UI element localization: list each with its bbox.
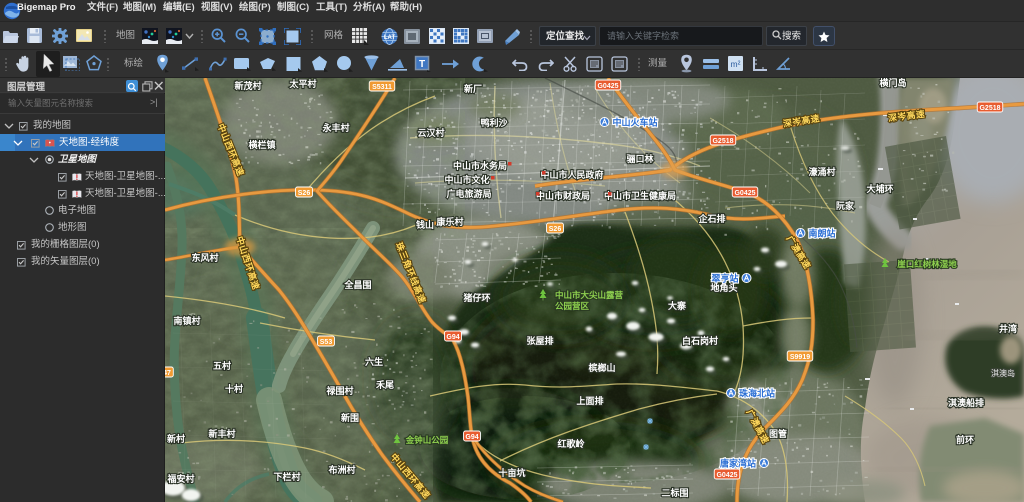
svg-text:S5311: S5311: [372, 84, 392, 91]
svg-text:白石岗村: 白石岗村: [682, 335, 718, 346]
svg-text:张屋排: 张屋排: [526, 335, 553, 346]
svg-text:云汉村: 云汉村: [417, 127, 444, 138]
svg-text:T: T: [419, 59, 425, 70]
svg-text:骊口林: 骊口林: [626, 153, 654, 164]
svg-text:m²: m²: [731, 59, 741, 69]
svg-text:地角头: 地角头: [710, 282, 737, 293]
svg-text:企石排: 企石排: [697, 213, 725, 224]
svg-text:上面排: 上面排: [576, 395, 603, 406]
svg-text:十村: 十村: [225, 383, 243, 394]
svg-text:全昌围: 全昌围: [343, 279, 371, 290]
svg-text:永丰村: 永丰村: [321, 122, 349, 133]
svg-text:中山火车站: 中山火车站: [612, 117, 657, 128]
svg-text:大埔环: 大埔环: [866, 183, 893, 194]
svg-text:新丰村: 新丰村: [208, 428, 235, 439]
svg-text:G0425: G0425: [716, 472, 737, 479]
svg-text:金钟山公园: 金钟山公园: [405, 435, 449, 445]
svg-text:G0425: G0425: [597, 83, 618, 90]
svg-text:47: 47: [165, 370, 171, 377]
svg-text:布洲村: 布洲村: [327, 464, 355, 475]
svg-text:翠亨站: 翠亨站: [711, 273, 738, 284]
svg-text:禾尾: 禾尾: [376, 379, 394, 390]
svg-text:新围: 新围: [341, 412, 359, 423]
svg-text:横门岛: 横门岛: [879, 78, 906, 88]
svg-text:红歌岭: 红歌岭: [557, 438, 584, 449]
svg-text:广电旅游局: 广电旅游局: [446, 188, 491, 199]
svg-text:新厂: 新厂: [464, 83, 482, 94]
svg-text:G94: G94: [446, 334, 459, 341]
svg-text:中山市人民政府: 中山市人民政府: [540, 169, 603, 180]
svg-text:禄围村: 禄围村: [325, 385, 353, 396]
svg-text:鸭利沙: 鸭利沙: [480, 117, 507, 128]
svg-text:大寨: 大寨: [668, 300, 687, 311]
svg-text:G2518: G2518: [712, 138, 733, 145]
svg-text:淇澳船排: 淇澳船排: [948, 397, 984, 408]
svg-text:唐家湾站: 唐家湾站: [720, 458, 756, 469]
svg-text:东风村: 东风村: [191, 252, 218, 263]
svg-text:图管: 图管: [769, 428, 787, 439]
svg-text:新村: 新村: [167, 433, 185, 444]
svg-text:崖口红树林湿地: 崖口红树林湿地: [897, 259, 957, 269]
svg-text:十亩坑: 十亩坑: [498, 467, 525, 478]
svg-text:S26: S26: [549, 226, 562, 233]
svg-text:中山市水务局: 中山市水务局: [453, 160, 507, 171]
svg-text:福安村: 福安村: [166, 473, 194, 484]
svg-text:G2518: G2518: [979, 105, 1000, 112]
svg-text:二标围: 二标围: [661, 487, 688, 498]
svg-text:猪仔环: 猪仔环: [462, 292, 490, 303]
svg-text:太平村: 太平村: [288, 78, 316, 89]
svg-text:S26: S26: [298, 190, 311, 197]
svg-text:S9919: S9919: [790, 354, 810, 361]
svg-text:中山市卫生健康局: 中山市卫生健康局: [604, 190, 676, 201]
svg-text:公园营区: 公园营区: [555, 301, 590, 311]
svg-text:中山市财政局: 中山市财政局: [536, 190, 590, 201]
svg-text:G94: G94: [465, 434, 478, 441]
svg-text:康乐村: 康乐村: [436, 216, 463, 227]
svg-text:LAT: LAT: [384, 35, 396, 41]
svg-text:井湾: 井湾: [999, 323, 1017, 334]
svg-text:淇澳岛: 淇澳岛: [991, 368, 1015, 378]
svg-text:前环: 前环: [956, 434, 974, 445]
svg-text:五村: 五村: [213, 360, 231, 371]
svg-text:新茂村: 新茂村: [234, 80, 261, 91]
svg-text:S53: S53: [320, 339, 333, 346]
svg-text:珠海北站: 珠海北站: [739, 388, 775, 399]
svg-text:中山市文化: 中山市文化: [444, 174, 489, 185]
svg-text:南朗站: 南朗站: [808, 228, 835, 239]
svg-text:南镇村: 南镇村: [173, 315, 200, 326]
svg-text:横栏镇: 横栏镇: [248, 139, 275, 150]
svg-text:六生: 六生: [365, 356, 383, 367]
svg-text:中山市大尖山露营: 中山市大尖山露营: [555, 290, 624, 300]
svg-text:阮家: 阮家: [836, 200, 855, 211]
svg-text:槟榔山: 槟榔山: [588, 362, 615, 373]
svg-text:钱山: 钱山: [416, 219, 434, 230]
svg-text:G0425: G0425: [734, 190, 755, 197]
svg-text:濠涌村: 濠涌村: [808, 166, 835, 177]
svg-text:下栏村: 下栏村: [273, 471, 300, 482]
